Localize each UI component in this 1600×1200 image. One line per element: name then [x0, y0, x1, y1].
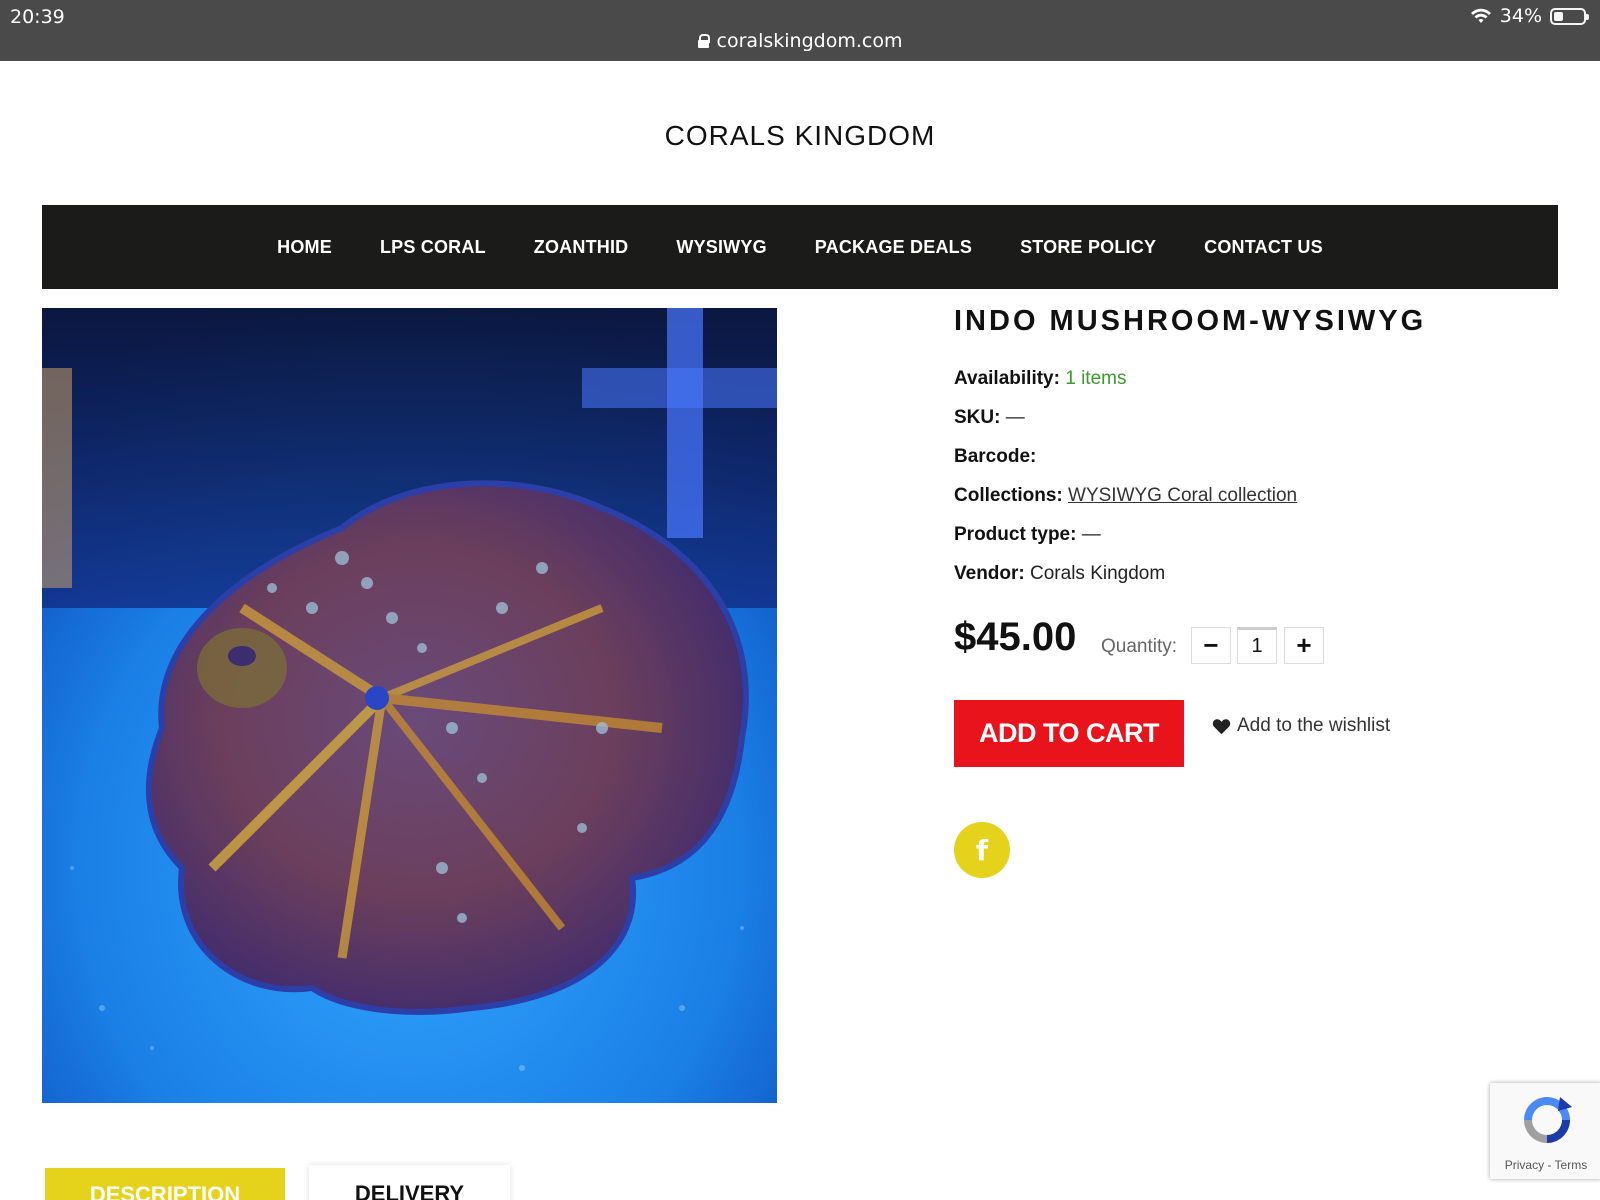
browser-status-bar: 20:39 34% coralskingdom.com — [0, 0, 1600, 61]
product-image[interactable] — [42, 308, 777, 1103]
nav-item-zoanthid[interactable]: ZOANTHID — [510, 237, 653, 258]
recaptcha-icon — [1524, 1097, 1572, 1143]
tab-description[interactable]: DESCRIPTION — [45, 1168, 285, 1200]
nav-item-wysiwyg[interactable]: WYSIWYG — [652, 237, 790, 258]
barcode-label: Barcode: — [954, 446, 1037, 467]
status-time: 20:39 — [10, 6, 65, 28]
recaptcha-privacy-terms[interactable]: Privacy - Terms — [1490, 1158, 1600, 1172]
product-type-value: — — [1081, 524, 1101, 545]
sku-value: — — [1005, 407, 1025, 428]
product-type-label: Product type: — [954, 524, 1077, 545]
site-logo[interactable]: CORALS KINGDOM — [0, 120, 1600, 152]
heart-icon — [1212, 718, 1231, 734]
nav-item-package-deals[interactable]: PACKAGE DEALS — [791, 237, 996, 258]
nav-item-lps-coral[interactable]: LPS CORAL — [356, 237, 510, 258]
recaptcha-badge[interactable]: Privacy - Terms — [1490, 1083, 1600, 1179]
collections-link[interactable]: WYSIWYG Coral collection — [1068, 485, 1297, 506]
battery-icon — [1550, 7, 1589, 25]
vendor-value: Corals Kingdom — [1030, 563, 1166, 584]
wifi-icon — [1470, 8, 1491, 23]
main-nav: HOME LPS CORAL ZOANTHID WYSIWYG PACKAGE … — [42, 205, 1558, 289]
nav-item-store-policy[interactable]: STORE POLICY — [996, 237, 1180, 258]
product-title: INDO MUSHROOM-WYSIWYG — [954, 305, 1427, 337]
quantity-increase-button[interactable]: + — [1284, 627, 1324, 664]
vendor-label: Vendor: — [954, 563, 1025, 584]
availability-row: Availability: 1 items — [954, 368, 1126, 390]
vendor-row: Vendor: Corals Kingdom — [954, 563, 1165, 585]
availability-label: Availability: — [954, 368, 1060, 389]
address-bar[interactable]: coralskingdom.com — [0, 30, 1600, 52]
lock-icon — [697, 34, 710, 48]
sku-label: SKU: — [954, 407, 1001, 428]
sku-row: SKU: — — [954, 407, 1025, 429]
quantity-input[interactable] — [1237, 627, 1277, 664]
facebook-share-button[interactable]: f — [954, 822, 1010, 878]
collections-row: Collections: WYSIWYG Coral collection — [954, 485, 1297, 507]
availability-value: 1 items — [1065, 368, 1127, 389]
wishlist-label: Add to the wishlist — [1237, 715, 1391, 736]
product-price: $45.00 — [954, 615, 1077, 659]
nav-item-home[interactable]: HOME — [253, 237, 356, 258]
battery-percent: 34% — [1499, 5, 1542, 27]
add-to-wishlist-link[interactable]: Add to the wishlist — [1212, 715, 1390, 737]
nav-item-contact-us[interactable]: CONTACT US — [1180, 237, 1347, 258]
add-to-cart-button[interactable]: ADD TO CART — [954, 700, 1184, 767]
product-type-row: Product type: — — [954, 524, 1101, 546]
quantity-label: Quantity: — [1101, 636, 1178, 657]
barcode-row: Barcode: — [954, 446, 1036, 468]
facebook-icon: f — [975, 833, 989, 867]
tab-delivery[interactable]: DELIVERY — [309, 1165, 510, 1200]
collections-label: Collections: — [954, 485, 1063, 506]
url-text: coralskingdom.com — [716, 30, 903, 52]
status-indicators: 34% — [1470, 5, 1589, 27]
quantity-decrease-button[interactable]: − — [1191, 627, 1231, 664]
